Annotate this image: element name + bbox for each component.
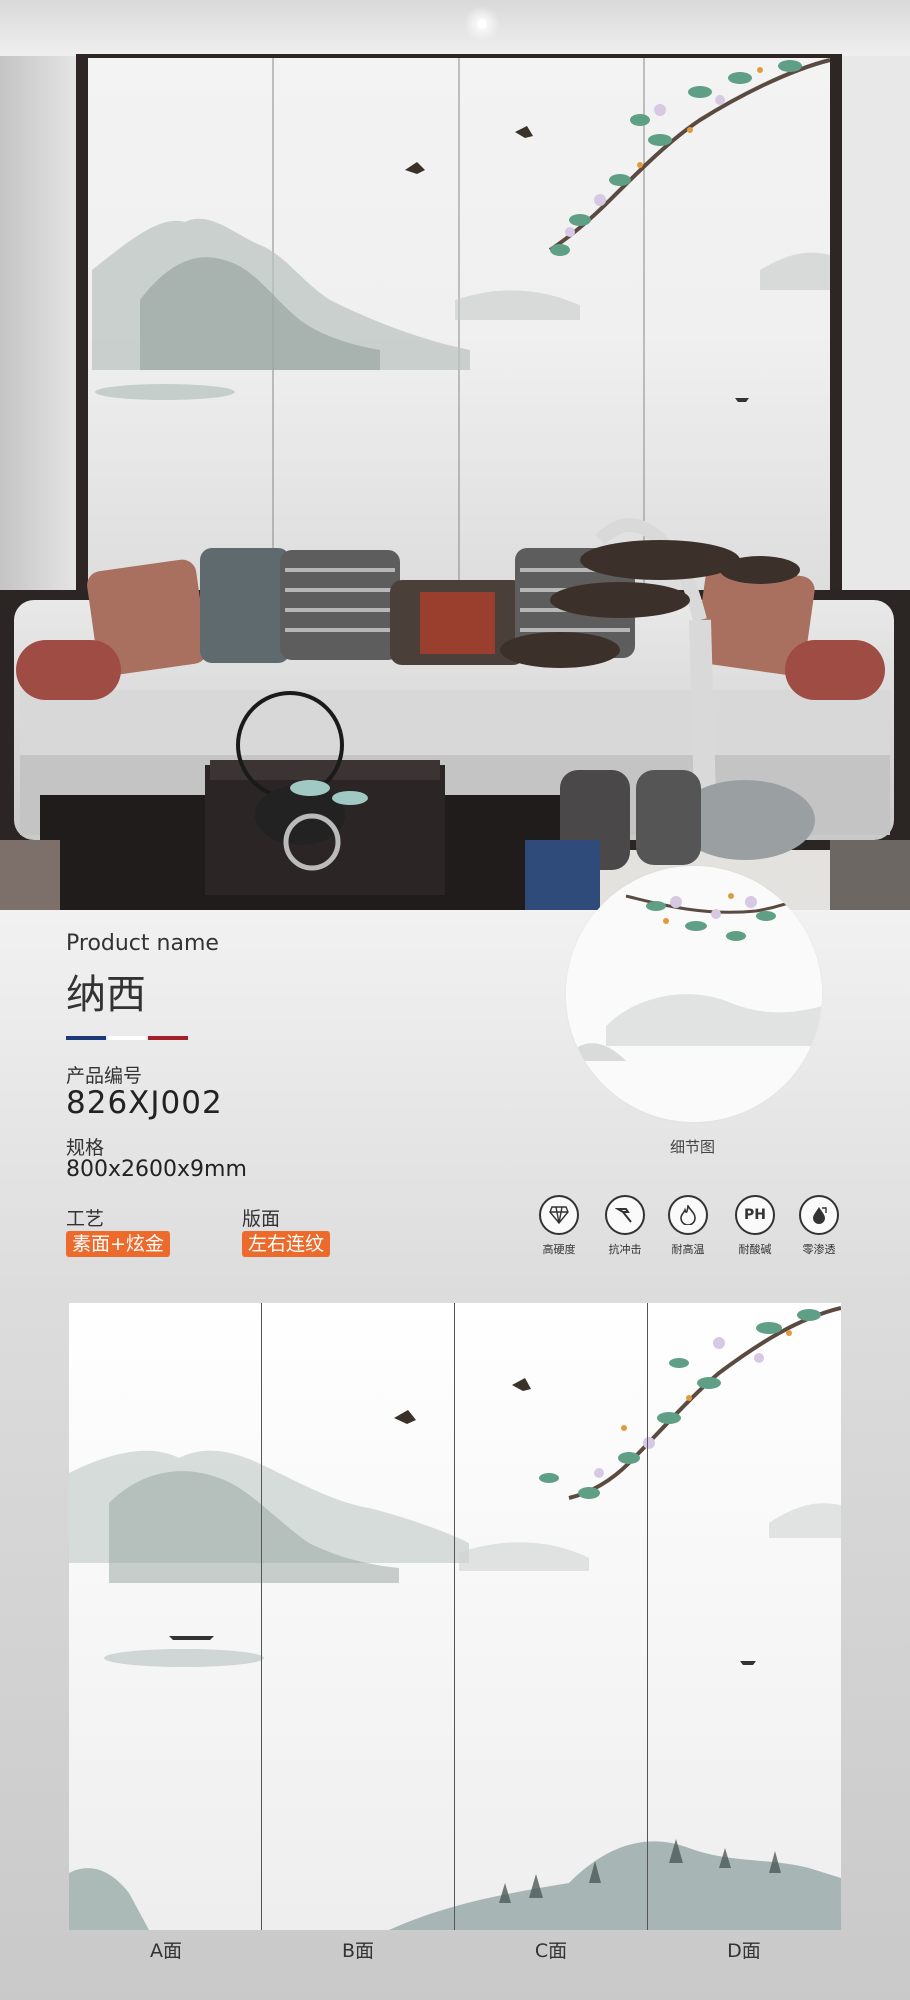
face-label-b: B面 <box>341 1940 375 1962</box>
accent-stripe-white <box>108 1036 146 1040</box>
face-label-a: A面 <box>150 1940 182 1962</box>
feature-impact: 抗冲击 <box>595 1195 655 1257</box>
spec-label: 规格 <box>66 1137 105 1159</box>
craft-tag: 素面+炫金 <box>66 1231 170 1257</box>
panel-layout-preview <box>69 1303 841 1930</box>
detail-caption: 细节图 <box>670 1138 716 1156</box>
product-name-label: Product name <box>66 931 219 956</box>
layout-label: 版面 <box>242 1208 281 1230</box>
feature-label: 抗冲击 <box>608 1243 642 1256</box>
hero-room-scene <box>0 0 910 910</box>
accent-stripe-red <box>148 1036 188 1040</box>
hammer-icon <box>605 1195 645 1235</box>
diamond-icon <box>539 1195 579 1235</box>
feature-hardness: 高硬度 <box>529 1195 589 1257</box>
product-name: 纳西 <box>66 972 146 1018</box>
flame-icon <box>668 1195 708 1235</box>
spec-value: 800x2600x9mm <box>66 1157 247 1182</box>
feature-label: 耐高温 <box>671 1243 705 1256</box>
room-illustration <box>0 0 910 910</box>
accent-stripe-blue <box>66 1036 106 1040</box>
panel-seam <box>261 1303 262 1930</box>
water-drop-icon <box>799 1195 839 1235</box>
detail-image <box>566 866 822 1122</box>
face-label-d: D面 <box>727 1940 761 1962</box>
face-label-c: C面 <box>534 1940 568 1962</box>
feature-zero-penetration: 零渗透 <box>789 1195 849 1257</box>
craft-label: 工艺 <box>66 1208 105 1230</box>
feature-acid-alkali: PH 耐酸碱 <box>725 1195 785 1257</box>
layout-tag: 左右连纹 <box>242 1231 331 1257</box>
feature-label: 高硬度 <box>542 1243 576 1256</box>
ph-icon: PH <box>735 1195 775 1235</box>
feature-label: 耐酸碱 <box>738 1243 772 1256</box>
product-code: 826XJ002 <box>66 1085 223 1121</box>
panel-seam <box>647 1303 648 1930</box>
panel-seam <box>454 1303 455 1930</box>
product-code-label: 产品编号 <box>66 1065 143 1087</box>
feature-heat: 耐高温 <box>658 1195 718 1257</box>
feature-label: 零渗透 <box>802 1243 836 1256</box>
panel-artwork <box>69 1303 841 1930</box>
